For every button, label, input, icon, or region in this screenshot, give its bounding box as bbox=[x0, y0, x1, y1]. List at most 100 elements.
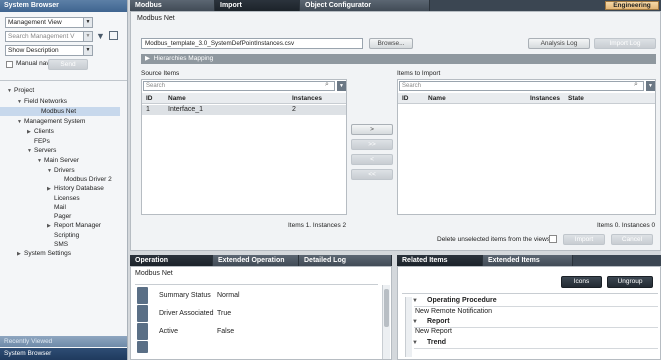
tree-item-label: Main Server bbox=[44, 157, 80, 164]
items-to-import-list: Search ⌕ ▼ ID Name Instances State bbox=[397, 79, 656, 215]
tree-item-label: SMS bbox=[54, 241, 69, 248]
tree-item[interactable]: Licenses bbox=[47, 194, 80, 203]
gear-icon bbox=[137, 287, 148, 304]
related-item-report[interactable]: New Report bbox=[415, 328, 452, 335]
move-all-right-button[interactable]: >> bbox=[351, 139, 393, 150]
tab-modbus[interactable]: Modbus bbox=[130, 0, 215, 11]
chevron-down-icon[interactable]: ▼ bbox=[412, 319, 418, 325]
op-value-driver: True bbox=[217, 310, 232, 317]
source-col-id: ID bbox=[146, 95, 153, 102]
analysis-log-button[interactable]: Analysis Log bbox=[528, 38, 590, 49]
tree-item[interactable]: ▶ History Database bbox=[47, 184, 104, 193]
tree-item[interactable]: Pager bbox=[47, 212, 71, 221]
hierarchies-mapping-bar[interactable]: ▶ Hierarchies Mapping bbox=[141, 54, 656, 64]
tree-item[interactable]: ▼ Project bbox=[7, 86, 34, 95]
delete-unselected-label: Delete unselected items from the views: bbox=[437, 236, 552, 243]
vertical-scrollbar[interactable] bbox=[382, 285, 390, 359]
source-search-input[interactable]: Search bbox=[143, 81, 335, 91]
tree-item[interactable]: ▶ Clients bbox=[27, 127, 54, 136]
chevron-right-icon[interactable]: ▶ bbox=[47, 185, 54, 194]
tab-extended-operation[interactable]: Extended Operation bbox=[213, 255, 299, 266]
tab-operation[interactable]: Operation bbox=[130, 255, 213, 266]
target-col-id: ID bbox=[402, 95, 409, 102]
save-icon[interactable] bbox=[109, 31, 118, 40]
filter-icon[interactable]: ▼ bbox=[96, 31, 105, 41]
system-browser-footer-tab[interactable]: System Browser bbox=[0, 348, 127, 360]
chevron-down-icon[interactable]: ▼ bbox=[17, 98, 24, 107]
op-label-active: Active bbox=[159, 328, 179, 335]
tab-related-items[interactable]: Related Items bbox=[397, 255, 483, 266]
tree-item[interactable]: ▶ System Settings bbox=[17, 249, 71, 258]
engineering-mode-badge[interactable]: Engineering bbox=[605, 1, 659, 10]
tab-import[interactable]: Import bbox=[215, 0, 300, 11]
filter-icon[interactable]: ▼ bbox=[337, 81, 346, 91]
system-browser-title: System Browser bbox=[0, 0, 127, 12]
tree-item[interactable]: ▼ Main Server bbox=[37, 156, 79, 165]
tree-item[interactable]: Modbus Driver 2 bbox=[57, 175, 112, 184]
cancel-button[interactable]: Cancel bbox=[611, 234, 653, 245]
move-left-button[interactable]: < bbox=[351, 154, 393, 165]
divider bbox=[135, 284, 378, 285]
group-operating-procedure[interactable]: Operating Procedure bbox=[427, 297, 497, 304]
group-trend[interactable]: Trend bbox=[427, 339, 446, 346]
group-report[interactable]: Report bbox=[427, 318, 450, 325]
chevron-down-icon: ▼ bbox=[83, 18, 92, 27]
send-button[interactable]: Send bbox=[48, 59, 88, 70]
tree-item[interactable]: Modbus Net bbox=[0, 107, 120, 116]
chevron-down-icon[interactable]: ▼ bbox=[412, 340, 418, 346]
tree-item[interactable]: SMS bbox=[47, 240, 68, 249]
vertical-scrollbar[interactable] bbox=[405, 297, 412, 357]
row-instances: 2 bbox=[292, 106, 296, 113]
chevron-down-icon[interactable]: ▼ bbox=[412, 298, 418, 304]
search-input[interactable]: Search Management V ▼ bbox=[5, 31, 93, 42]
move-all-left-button[interactable]: << bbox=[351, 169, 393, 180]
tree-item[interactable]: Scripting bbox=[47, 231, 79, 240]
import-button[interactable]: Import bbox=[563, 234, 605, 245]
search-icon[interactable]: ⌕ bbox=[634, 81, 638, 89]
view-select[interactable]: Management View ▼ bbox=[5, 17, 93, 28]
tree-item[interactable]: FEPs bbox=[27, 137, 50, 146]
table-row[interactable]: 1 Interface_1 2 bbox=[142, 105, 346, 115]
tree-item[interactable]: ▼ Management System bbox=[17, 117, 85, 126]
view-select-value: Management View bbox=[8, 19, 62, 26]
source-items-list: Search ⌕ ▼ ID Name Instances 1 Interface… bbox=[141, 79, 347, 215]
chevron-down-icon[interactable]: ▼ bbox=[37, 157, 44, 166]
target-search-input[interactable]: Search bbox=[399, 81, 644, 91]
chevron-down-icon[interactable]: ▼ bbox=[7, 87, 14, 96]
op-label-driver: Driver Associated bbox=[159, 310, 214, 317]
manual-nav-checkbox[interactable] bbox=[6, 61, 13, 68]
tab-detailed-log[interactable]: Detailed Log bbox=[299, 255, 392, 266]
chevron-right-icon[interactable]: ▶ bbox=[47, 222, 54, 231]
tab-object-configurator[interactable]: Object Configurator bbox=[300, 0, 430, 11]
chevron-down-icon[interactable]: ▼ bbox=[47, 167, 54, 176]
filter-icon[interactable]: ▼ bbox=[646, 81, 655, 91]
divider bbox=[402, 293, 658, 294]
import-log-button[interactable]: Import Log bbox=[594, 38, 656, 49]
tree-item[interactable]: ▼ Servers bbox=[27, 146, 56, 155]
op-label-summary: Summary Status bbox=[159, 292, 211, 299]
chevron-down-icon[interactable]: ▼ bbox=[27, 147, 34, 156]
chevron-down-icon[interactable]: ▼ bbox=[17, 118, 24, 127]
icons-button[interactable]: Icons bbox=[561, 276, 602, 288]
chevron-right-icon[interactable]: ▶ bbox=[27, 128, 34, 137]
description-select[interactable]: Show Description ▼ bbox=[5, 45, 93, 56]
recently-viewed-tab[interactable]: Recently Viewed bbox=[0, 336, 127, 347]
delete-unselected-checkbox[interactable] bbox=[549, 235, 557, 243]
tree-item[interactable]: Mail bbox=[47, 203, 66, 212]
chevron-right-icon[interactable]: ▶ bbox=[17, 250, 24, 259]
browse-button[interactable]: Browse... bbox=[369, 38, 413, 49]
operation-panel: Modbus Net Summary Status Normal Driver … bbox=[130, 266, 392, 360]
move-right-button[interactable]: > bbox=[351, 124, 393, 135]
scrollbar-thumb[interactable] bbox=[384, 289, 389, 327]
tab-extended-items[interactable]: Extended Items bbox=[483, 255, 573, 266]
tree-item[interactable]: ▶ Report Manager bbox=[47, 221, 101, 230]
related-item-notification[interactable]: New Remote Notification bbox=[415, 308, 492, 315]
search-icon[interactable]: ⌕ bbox=[325, 81, 329, 89]
tree-item[interactable]: ▼ Drivers bbox=[47, 166, 75, 175]
tree-item[interactable]: ▼ Field Networks bbox=[17, 97, 67, 106]
ungroup-button[interactable]: Ungroup bbox=[607, 276, 653, 288]
target-status: Items 0. Instances 0 bbox=[597, 222, 656, 229]
file-path-input[interactable]: Modbus_template_3.0_SystemDefPointInstan… bbox=[141, 38, 363, 49]
tree-item-label: Servers bbox=[34, 147, 57, 154]
net-title: Modbus Net bbox=[137, 15, 175, 22]
